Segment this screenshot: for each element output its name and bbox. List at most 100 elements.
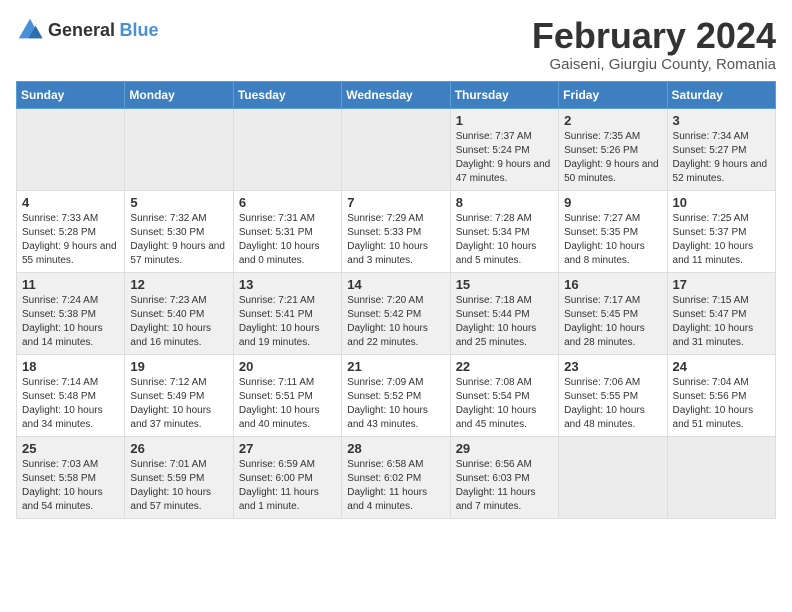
day-info: Sunrise: 7:01 AM Sunset: 5:59 PM Dayligh… bbox=[130, 458, 227, 514]
weekday-header: Saturday bbox=[667, 81, 775, 108]
calendar-day-cell: 4 Sunrise: 7:33 AM Sunset: 5:28 PM Daylig… bbox=[17, 190, 125, 272]
logo-blue: Blue bbox=[120, 20, 159, 40]
day-number: 11 bbox=[22, 277, 119, 292]
calendar-week-row: 4 Sunrise: 7:33 AM Sunset: 5:28 PM Daylig… bbox=[17, 190, 776, 272]
day-info: Sunrise: 7:11 AM Sunset: 5:51 PM Dayligh… bbox=[239, 376, 336, 432]
page-header: General Blue February 2024 Gaiseni, Giur… bbox=[16, 16, 776, 73]
day-info: Sunrise: 7:28 AM Sunset: 5:34 PM Dayligh… bbox=[456, 212, 553, 268]
calendar-day-cell: 28Sunrise: 6:58 AM Sunset: 6:02 PM Dayli… bbox=[342, 436, 450, 518]
day-number: 10 bbox=[673, 195, 770, 210]
calendar-day-cell: 1Sunrise: 7:37 AM Sunset: 5:24 PM Daylig… bbox=[450, 108, 558, 190]
day-number: 17 bbox=[673, 277, 770, 292]
calendar-day-cell: 23 Sunrise: 7:06 AM Sunset: 5:55 PM Dayli… bbox=[559, 354, 667, 436]
day-number: 13 bbox=[239, 277, 336, 292]
day-info: Sunrise: 7:04 AM Sunset: 5:56 PM Dayligh… bbox=[673, 376, 770, 432]
day-number: 19 bbox=[130, 359, 227, 374]
day-info: Sunrise: 7:31 AM Sunset: 5:31 PM Dayligh… bbox=[239, 212, 336, 268]
day-info: Sunrise: 7:25 AM Sunset: 5:37 PM Dayligh… bbox=[673, 212, 770, 268]
day-info: Sunrise: 7:34 AM Sunset: 5:27 PM Dayligh… bbox=[673, 130, 770, 186]
weekday-header: Friday bbox=[559, 81, 667, 108]
calendar-day-cell: 29 Sunrise: 6:56 AM Sunset: 6:03 PM Dayli… bbox=[450, 436, 558, 518]
day-number: 3 bbox=[673, 113, 770, 128]
calendar-day-cell bbox=[559, 436, 667, 518]
day-info: Sunrise: 7:09 AM Sunset: 5:52 PM Dayligh… bbox=[347, 376, 444, 432]
weekday-header: Thursday bbox=[450, 81, 558, 108]
day-info: Sunrise: 7:03 AM Sunset: 5:58 PM Dayligh… bbox=[22, 458, 119, 514]
day-info: Sunrise: 7:15 AM Sunset: 5:47 PM Dayligh… bbox=[673, 294, 770, 350]
calendar-day-cell: 22 Sunrise: 7:08 AM Sunset: 5:54 PM Dayli… bbox=[450, 354, 558, 436]
day-info: Sunrise: 7:23 AM Sunset: 5:40 PM Dayligh… bbox=[130, 294, 227, 350]
day-info: Sunrise: 7:33 AM Sunset: 5:28 PM Dayligh… bbox=[22, 212, 119, 268]
day-info: Sunrise: 6:56 AM Sunset: 6:03 PM Dayligh… bbox=[456, 458, 553, 514]
weekday-header-row: SundayMondayTuesdayWednesdayThursdayFrid… bbox=[17, 81, 776, 108]
day-number: 6 bbox=[239, 195, 336, 210]
day-number: 5 bbox=[130, 195, 227, 210]
day-info: Sunrise: 7:14 AM Sunset: 5:48 PM Dayligh… bbox=[22, 376, 119, 432]
weekday-header: Wednesday bbox=[342, 81, 450, 108]
calendar-table: SundayMondayTuesdayWednesdayThursdayFrid… bbox=[16, 81, 776, 519]
day-number: 9 bbox=[564, 195, 661, 210]
day-info: Sunrise: 7:24 AM Sunset: 5:38 PM Dayligh… bbox=[22, 294, 119, 350]
calendar-day-cell: 25 Sunrise: 7:03 AM Sunset: 5:58 PM Dayli… bbox=[17, 436, 125, 518]
day-info: Sunrise: 7:06 AM Sunset: 5:55 PM Dayligh… bbox=[564, 376, 661, 432]
day-number: 26 bbox=[130, 441, 227, 456]
calendar-week-row: 18 Sunrise: 7:14 AM Sunset: 5:48 PM Dayli… bbox=[17, 354, 776, 436]
day-info: Sunrise: 7:08 AM Sunset: 5:54 PM Dayligh… bbox=[456, 376, 553, 432]
day-number: 4 bbox=[22, 195, 119, 210]
calendar-day-cell: 20 Sunrise: 7:11 AM Sunset: 5:51 PM Dayli… bbox=[233, 354, 341, 436]
day-info: Sunrise: 6:59 AM Sunset: 6:00 PM Dayligh… bbox=[239, 458, 336, 514]
day-number: 25 bbox=[22, 441, 119, 456]
day-info: Sunrise: 6:58 AM Sunset: 6:02 PM Dayligh… bbox=[347, 458, 444, 514]
calendar-day-cell: 5Sunrise: 7:32 AM Sunset: 5:30 PM Daylig… bbox=[125, 190, 233, 272]
calendar-day-cell: 19 Sunrise: 7:12 AM Sunset: 5:49 PM Dayli… bbox=[125, 354, 233, 436]
day-number: 22 bbox=[456, 359, 553, 374]
day-number: 14 bbox=[347, 277, 444, 292]
day-info: Sunrise: 7:20 AM Sunset: 5:42 PM Dayligh… bbox=[347, 294, 444, 350]
day-number: 7 bbox=[347, 195, 444, 210]
calendar-day-cell: 6 Sunrise: 7:31 AM Sunset: 5:31 PM Daylig… bbox=[233, 190, 341, 272]
calendar-day-cell: 17 Sunrise: 7:15 AM Sunset: 5:47 PM Dayli… bbox=[667, 272, 775, 354]
calendar-day-cell bbox=[17, 108, 125, 190]
calendar-day-cell: 12 Sunrise: 7:23 AM Sunset: 5:40 PM Dayli… bbox=[125, 272, 233, 354]
day-number: 29 bbox=[456, 441, 553, 456]
calendar-day-cell bbox=[342, 108, 450, 190]
day-number: 15 bbox=[456, 277, 553, 292]
calendar-day-cell: 15Sunrise: 7:18 AM Sunset: 5:44 PM Dayli… bbox=[450, 272, 558, 354]
calendar-day-cell: 7Sunrise: 7:29 AM Sunset: 5:33 PM Daylig… bbox=[342, 190, 450, 272]
day-number: 12 bbox=[130, 277, 227, 292]
day-info: Sunrise: 7:21 AM Sunset: 5:41 PM Dayligh… bbox=[239, 294, 336, 350]
month-year-title: February 2024 bbox=[532, 16, 776, 56]
calendar-day-cell bbox=[125, 108, 233, 190]
logo: General Blue bbox=[16, 16, 159, 44]
calendar-day-cell: 27Sunrise: 6:59 AM Sunset: 6:00 PM Dayli… bbox=[233, 436, 341, 518]
weekday-header: Sunday bbox=[17, 81, 125, 108]
logo-general: General bbox=[48, 20, 115, 40]
day-number: 23 bbox=[564, 359, 661, 374]
day-number: 18 bbox=[22, 359, 119, 374]
day-number: 8 bbox=[456, 195, 553, 210]
calendar-week-row: 11 Sunrise: 7:24 AM Sunset: 5:38 PM Dayli… bbox=[17, 272, 776, 354]
calendar-day-cell bbox=[667, 436, 775, 518]
logo-icon bbox=[16, 16, 44, 44]
calendar-day-cell: 11 Sunrise: 7:24 AM Sunset: 5:38 PM Dayli… bbox=[17, 272, 125, 354]
day-number: 2 bbox=[564, 113, 661, 128]
calendar-day-cell: 21 Sunrise: 7:09 AM Sunset: 5:52 PM Dayli… bbox=[342, 354, 450, 436]
calendar-day-cell: 24 Sunrise: 7:04 AM Sunset: 5:56 PM Dayli… bbox=[667, 354, 775, 436]
calendar-day-cell: 18 Sunrise: 7:14 AM Sunset: 5:48 PM Dayli… bbox=[17, 354, 125, 436]
weekday-header: Monday bbox=[125, 81, 233, 108]
day-number: 21 bbox=[347, 359, 444, 374]
calendar-day-cell bbox=[233, 108, 341, 190]
calendar-day-cell: 13 Sunrise: 7:21 AM Sunset: 5:41 PM Dayli… bbox=[233, 272, 341, 354]
calendar-day-cell: 10 Sunrise: 7:25 AM Sunset: 5:37 PM Dayli… bbox=[667, 190, 775, 272]
day-number: 20 bbox=[239, 359, 336, 374]
calendar-day-cell: 3 Sunrise: 7:34 AM Sunset: 5:27 PM Daylig… bbox=[667, 108, 775, 190]
weekday-header: Tuesday bbox=[233, 81, 341, 108]
day-info: Sunrise: 7:12 AM Sunset: 5:49 PM Dayligh… bbox=[130, 376, 227, 432]
calendar-day-cell: 16Sunrise: 7:17 AM Sunset: 5:45 PM Dayli… bbox=[559, 272, 667, 354]
calendar-day-cell: 14 Sunrise: 7:20 AM Sunset: 5:42 PM Dayli… bbox=[342, 272, 450, 354]
day-number: 24 bbox=[673, 359, 770, 374]
calendar-day-cell: 8 Sunrise: 7:28 AM Sunset: 5:34 PM Daylig… bbox=[450, 190, 558, 272]
calendar-week-row: 25 Sunrise: 7:03 AM Sunset: 5:58 PM Dayli… bbox=[17, 436, 776, 518]
calendar-day-cell: 9Sunrise: 7:27 AM Sunset: 5:35 PM Daylig… bbox=[559, 190, 667, 272]
day-info: Sunrise: 7:17 AM Sunset: 5:45 PM Dayligh… bbox=[564, 294, 661, 350]
